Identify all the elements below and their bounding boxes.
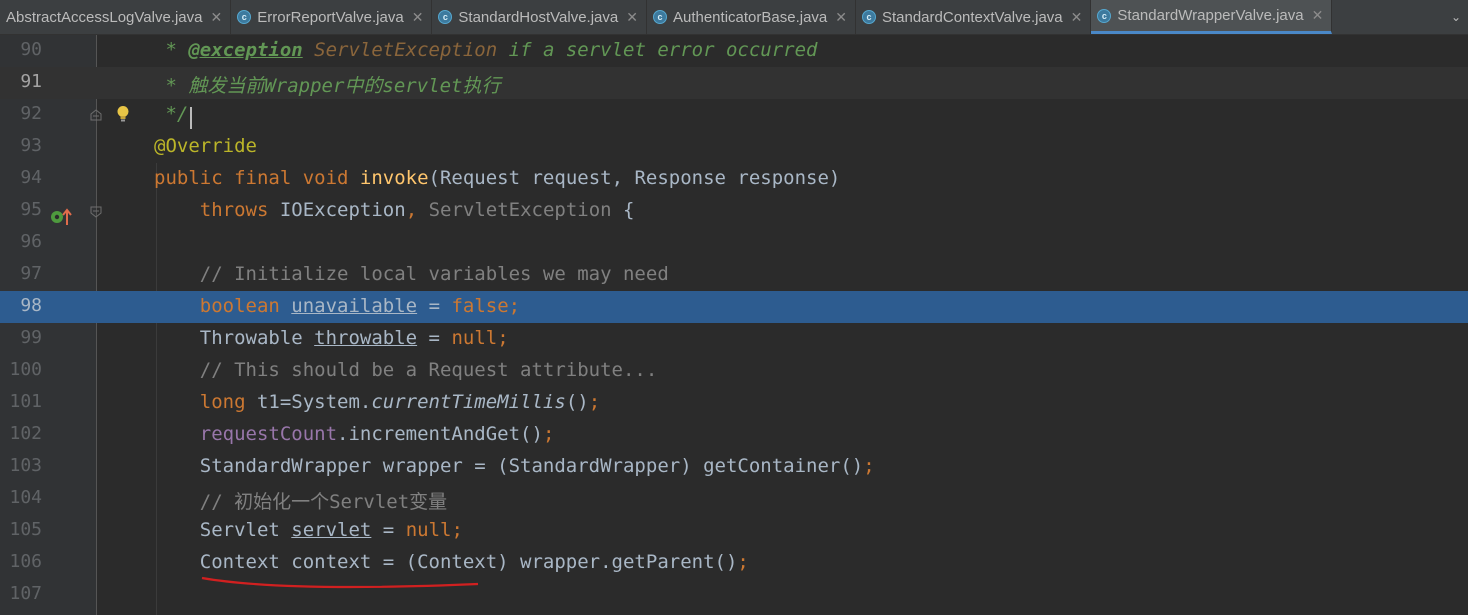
code-line[interactable]: 94 public final void invoke(Request requ…	[0, 163, 1468, 195]
line-number: 99	[20, 327, 42, 348]
line-number: 91	[20, 71, 42, 92]
code-line[interactable]: 90 * @exception ServletException if a se…	[0, 35, 1468, 67]
code-line[interactable]: 100 // This should be a Request attribut…	[0, 355, 1468, 387]
class-icon: c	[652, 10, 667, 24]
tab-authenticatorbase[interactable]: c AuthenticatorBase.java ✕	[647, 0, 856, 34]
tab-label: AbstractAccessLogValve.java	[6, 8, 203, 26]
code-line[interactable]: 102 requestCount.incrementAndGet();	[0, 419, 1468, 451]
code-text: Throwable throwable = null;	[154, 327, 509, 349]
line-number: 96	[20, 231, 42, 252]
tab-errorreportvalve[interactable]: c ErrorReportValve.java ✕	[231, 0, 433, 34]
code-line[interactable]: 101 long t1=System.currentTimeMillis();	[0, 387, 1468, 419]
class-icon: c	[1097, 8, 1112, 23]
code-line[interactable]: 103 StandardWrapper wrapper = (StandardW…	[0, 451, 1468, 483]
line-number: 94	[20, 167, 42, 188]
close-icon[interactable]: ✕	[626, 9, 638, 26]
code-text: throws IOException, ServletException {	[154, 199, 635, 221]
close-icon[interactable]: ✕	[835, 9, 847, 26]
tab-label: StandardHostValve.java	[458, 8, 619, 26]
code-line[interactable]: 104 // 初始化一个Servlet变量	[0, 483, 1468, 515]
code-line[interactable]: 97 // Initialize local variables we may …	[0, 259, 1468, 291]
code-text: long t1=System.currentTimeMillis();	[154, 391, 601, 413]
line-number: 95	[20, 199, 42, 220]
line-number: 90	[20, 39, 42, 60]
code-line[interactable]: 92 */	[0, 99, 1468, 131]
close-icon[interactable]: ✕	[1312, 7, 1324, 24]
code-line[interactable]: 105 Servlet servlet = null;	[0, 515, 1468, 547]
red-underline-annotation	[201, 576, 479, 589]
code-text: requestCount.incrementAndGet();	[154, 423, 555, 445]
code-line[interactable]: 96	[0, 227, 1468, 259]
text-caret	[190, 107, 192, 129]
code-text: // 初始化一个Servlet变量	[154, 491, 448, 513]
class-icon: c	[438, 10, 453, 24]
tab-label: StandardWrapperValve.java	[1117, 7, 1304, 24]
code-line-highlighted[interactable]: 98 boolean unavailable = false;	[0, 291, 1468, 323]
code-text: */	[154, 103, 189, 125]
line-number: 103	[9, 455, 42, 476]
override-method-icon[interactable]	[50, 207, 74, 227]
tab-overflow-chevron-icon[interactable]: ⌄	[1444, 0, 1468, 34]
editor-tab-bar: AbstractAccessLogValve.java ✕ c ErrorRep…	[0, 0, 1468, 35]
code-text: // Initialize local variables we may nee…	[154, 263, 669, 285]
lightbulb-icon[interactable]	[116, 105, 130, 123]
code-text: boolean unavailable = false;	[154, 295, 521, 317]
tab-label: StandardContextValve.java	[881, 8, 1063, 26]
tab-standardcontextvalve[interactable]: c StandardContextValve.java ✕	[856, 0, 1092, 34]
line-number: 105	[9, 519, 42, 540]
tab-abstractaccesslogvalve[interactable]: AbstractAccessLogValve.java ✕	[0, 0, 232, 34]
tab-standardwrappervalve[interactable]: c StandardWrapperValve.java ✕	[1091, 0, 1333, 34]
code-text: Context context = (Context) wrapper.getP…	[154, 551, 749, 573]
line-number: 97	[20, 263, 42, 284]
class-icon: c	[861, 10, 876, 24]
tab-label: AuthenticatorBase.java	[672, 8, 828, 26]
tab-standardhostvalve[interactable]: c StandardHostValve.java ✕	[432, 0, 647, 34]
line-number: 100	[9, 359, 42, 380]
line-number: 102	[9, 423, 42, 444]
class-icon: c	[237, 10, 252, 24]
line-number: 106	[9, 551, 42, 572]
code-line-current[interactable]: 91 * 触发当前Wrapper中的servlet执行	[0, 67, 1468, 99]
code-text: public final void invoke(Request request…	[154, 167, 841, 189]
code-text: StandardWrapper wrapper = (StandardWrapp…	[154, 455, 875, 477]
close-icon[interactable]: ✕	[1071, 9, 1083, 26]
close-icon[interactable]: ✕	[211, 9, 223, 26]
code-text: // This should be a Request attribute...	[154, 359, 658, 381]
code-line[interactable]: 93 @Override	[0, 131, 1468, 163]
close-icon[interactable]: ✕	[412, 9, 424, 26]
line-number: 93	[20, 135, 42, 156]
code-text: Servlet servlet = null;	[154, 519, 463, 541]
code-line[interactable]: 95 throws IOException, ServletException …	[0, 195, 1468, 227]
line-number: 104	[9, 487, 42, 508]
code-text: @Override	[154, 135, 257, 157]
line-number: 107	[9, 583, 42, 604]
code-line[interactable]: 99 Throwable throwable = null;	[0, 323, 1468, 355]
tab-label: ErrorReportValve.java	[257, 8, 404, 26]
code-text: * 触发当前Wrapper中的servlet执行	[154, 75, 501, 97]
line-number: 92	[20, 103, 42, 124]
code-editor[interactable]: 90 * @exception ServletException if a se…	[0, 35, 1468, 615]
fold-start-icon[interactable]	[90, 206, 102, 218]
code-text: * @exception ServletException if a servl…	[154, 39, 818, 61]
fold-end-icon[interactable]	[90, 109, 102, 121]
line-number: 101	[9, 391, 42, 412]
line-number: 98	[20, 295, 42, 316]
